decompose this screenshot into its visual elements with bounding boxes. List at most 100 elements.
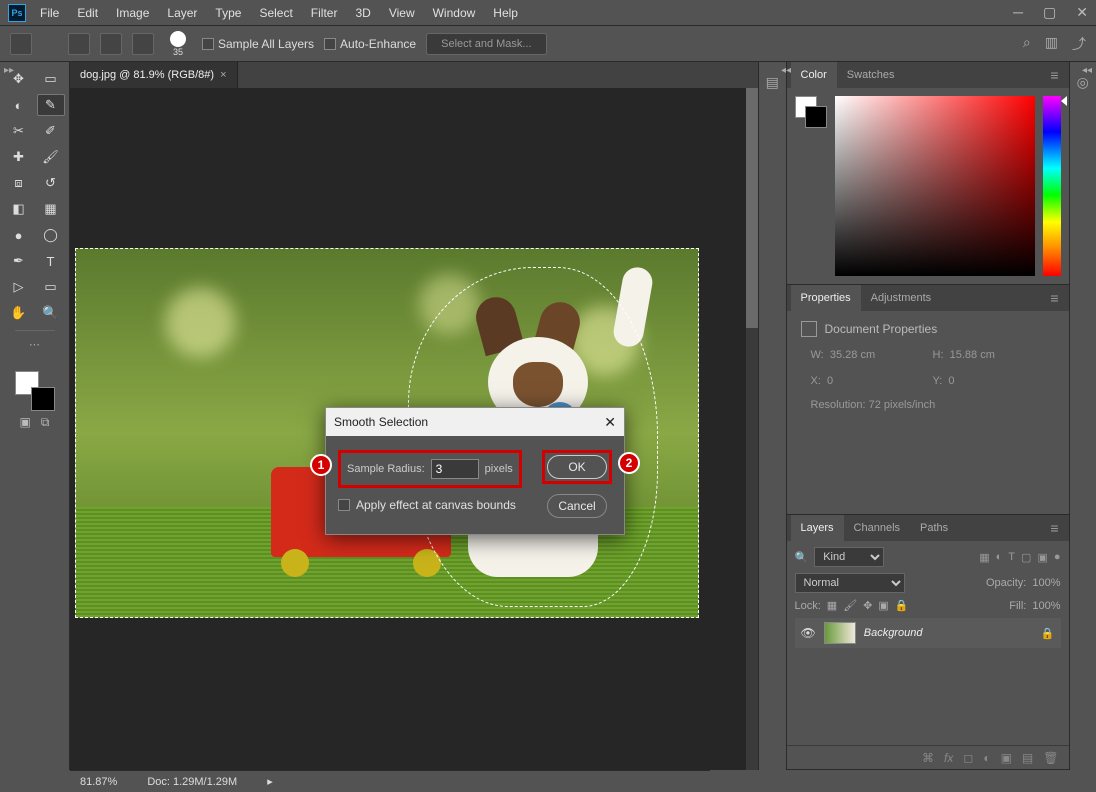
foreground-background-swatch[interactable] (15, 371, 55, 411)
filter-toggle-icon[interactable]: ● (1054, 551, 1061, 564)
brush-tool[interactable]: 🖌 (37, 146, 65, 168)
panel-menu-icon[interactable]: ≡ (1044, 290, 1064, 306)
tab-color[interactable]: Color (791, 62, 837, 88)
panel-expand-mid-icon[interactable]: ◂◂ (781, 65, 791, 76)
lock-artboard-icon[interactable]: ▣ (878, 599, 888, 612)
tab-channels[interactable]: Channels (844, 515, 910, 541)
blur-tool[interactable]: ● (5, 224, 33, 246)
lock-transparency-icon[interactable]: ▦ (827, 599, 837, 612)
sample-radius-input[interactable] (431, 459, 479, 479)
tab-layers[interactable]: Layers (791, 515, 844, 541)
tab-adjustments[interactable]: Adjustments (861, 285, 942, 311)
layers-kind-search-icon[interactable]: 🔍 (795, 551, 809, 564)
tab-paths[interactable]: Paths (910, 515, 958, 541)
share-icon[interactable]: ⤴ (1072, 34, 1086, 54)
brush-size-preview[interactable]: 35 (170, 31, 186, 57)
menu-window[interactable]: Window (433, 6, 476, 20)
edit-toolbar-icon[interactable]: ⋯ (29, 338, 40, 351)
tab-swatches[interactable]: Swatches (837, 62, 905, 88)
layer-row-background[interactable]: 👁 Background 🔒 (795, 618, 1061, 648)
layer-mask-icon[interactable]: ◻ (963, 751, 973, 765)
opacity-value[interactable]: 100% (1032, 577, 1060, 589)
zoom-tool[interactable]: 🔍 (37, 302, 65, 324)
panel-expand-left-icon[interactable]: ▸▸ (4, 65, 14, 76)
document-tab[interactable]: dog.jpg @ 81.9% (RGB/8#) × (70, 62, 238, 88)
menu-view[interactable]: View (389, 6, 415, 20)
eyedropper-tool[interactable]: ✐ (37, 120, 65, 142)
filter-adjust-icon[interactable]: ◐ (996, 551, 1003, 564)
type-tool[interactable]: T (37, 250, 65, 272)
status-zoom[interactable]: 81.87% (80, 776, 117, 788)
link-layers-icon[interactable]: ⌘ (922, 751, 934, 765)
new-layer-icon[interactable]: ▤ (1022, 751, 1033, 765)
lock-position-icon[interactable]: ✥ (863, 599, 872, 612)
search-icon[interactable]: ⌕ (1023, 34, 1031, 54)
path-select-tool[interactable]: ▷ (5, 276, 33, 298)
menu-file[interactable]: File (40, 6, 59, 20)
layer-style-icon[interactable]: fx (944, 751, 953, 765)
status-chevron-icon[interactable]: ▸ (267, 775, 273, 788)
tab-close-icon[interactable]: × (220, 69, 226, 81)
panel-menu-icon[interactable]: ≡ (1044, 520, 1064, 536)
heal-tool[interactable]: ✚ (5, 146, 33, 168)
delete-layer-icon[interactable]: 🗑 (1043, 751, 1058, 765)
dodge-tool[interactable]: ◯ (37, 224, 65, 246)
cc-libraries-icon[interactable]: ◎ (1077, 74, 1089, 91)
layer-thumbnail[interactable] (824, 622, 856, 644)
menu-layer[interactable]: Layer (167, 6, 197, 20)
dialog-close-icon[interactable]: ✕ (604, 414, 616, 431)
dock-icon-1[interactable]: ▤ (766, 74, 779, 91)
blend-mode-select[interactable]: Normal (795, 573, 905, 593)
stamp-tool[interactable]: ⧈ (5, 172, 33, 194)
subtract-selection-icon[interactable] (132, 33, 154, 55)
color-saturation-box[interactable] (835, 96, 1035, 276)
quick-select-tool[interactable]: ✎ (37, 94, 65, 116)
panel-expand-right-icon[interactable]: ◂◂ (1082, 65, 1092, 76)
apply-bounds-checkbox[interactable] (338, 499, 350, 511)
status-doc-info[interactable]: Doc: 1.29M/1.29M (147, 776, 237, 788)
menu-3d[interactable]: 3D (355, 6, 370, 20)
layer-group-icon[interactable]: ▣ (1001, 751, 1012, 765)
lock-all-icon[interactable]: 🔒 (895, 599, 909, 612)
filter-smart-icon[interactable]: ▣ (1037, 551, 1047, 564)
screenmode-icon[interactable]: ⧉ (41, 415, 50, 430)
ok-button[interactable]: OK (547, 455, 607, 479)
menu-select[interactable]: Select (259, 6, 292, 20)
cancel-button[interactable]: Cancel (547, 494, 607, 518)
quickmask-icon[interactable]: ▣ (20, 415, 31, 430)
tab-properties[interactable]: Properties (791, 285, 861, 311)
gradient-tool[interactable]: ▦ (37, 198, 65, 220)
sample-all-layers-checkbox[interactable] (202, 38, 214, 50)
filter-pixel-icon[interactable]: ▦ (979, 551, 989, 564)
select-and-mask-button[interactable]: Select and Mask... (426, 33, 547, 55)
menu-edit[interactable]: Edit (77, 6, 98, 20)
menu-help[interactable]: Help (493, 6, 518, 20)
eraser-tool[interactable]: ◧ (5, 198, 33, 220)
history-brush-tool[interactable]: ↺ (37, 172, 65, 194)
menu-image[interactable]: Image (116, 6, 149, 20)
color-fb-swatch[interactable] (795, 96, 827, 128)
menu-type[interactable]: Type (215, 6, 241, 20)
marquee-tool[interactable]: ▭ (37, 68, 65, 90)
layers-kind-select[interactable]: Kind (814, 547, 884, 567)
tool-preset-icon[interactable] (10, 33, 32, 55)
window-minimize-icon[interactable]: ─ (1013, 4, 1023, 21)
filter-shape-icon[interactable]: ▢ (1021, 551, 1031, 564)
auto-enhance-checkbox[interactable] (324, 38, 336, 50)
layer-visibility-icon[interactable]: 👁 (801, 626, 816, 640)
fill-value[interactable]: 100% (1032, 600, 1060, 612)
workspace-icon[interactable]: ▥ (1045, 34, 1058, 54)
menu-filter[interactable]: Filter (311, 6, 338, 20)
pen-tool[interactable]: ✒ (5, 250, 33, 272)
window-close-icon[interactable]: ✕ (1076, 4, 1088, 21)
add-selection-icon[interactable] (100, 33, 122, 55)
panel-menu-icon[interactable]: ≡ (1044, 67, 1064, 83)
lock-image-icon[interactable]: 🖌 (843, 599, 857, 612)
hand-tool[interactable]: ✋ (5, 302, 33, 324)
filter-type-icon[interactable]: T (1008, 551, 1015, 564)
adjustment-layer-icon[interactable]: ◐ (983, 751, 990, 765)
new-selection-icon[interactable] (68, 33, 90, 55)
color-hue-strip[interactable] (1043, 96, 1061, 276)
lasso-tool[interactable]: ◐ (5, 94, 33, 116)
shape-tool[interactable]: ▭ (37, 276, 65, 298)
